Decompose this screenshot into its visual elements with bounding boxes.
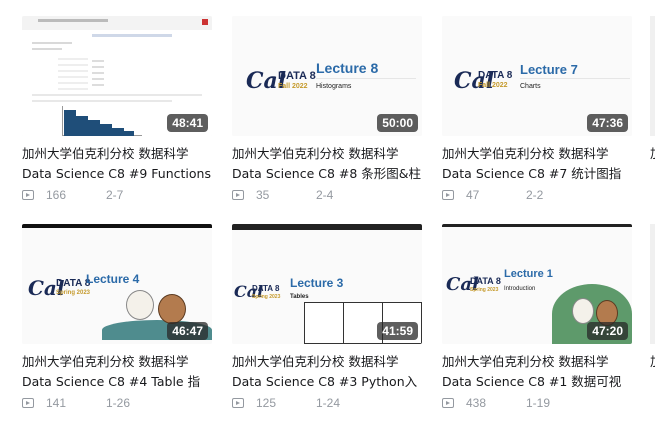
upload-date: 2-7 [106,188,124,202]
video-meta: 125 1-24 [232,395,422,411]
semester-label: Spring 2023 [56,290,91,296]
brand-label: DATA 8 [478,70,513,81]
brand-label: DATA 8 [278,70,316,82]
upload-date: 1-26 [106,396,131,410]
view-count: 47 [466,188,480,202]
lecture-topic: Charts [520,83,541,90]
video-title[interactable]: 加州大学伯克利分校 数据科学 Data Science C8 #1 数据可视化（… [442,352,632,392]
view-count: 166 [46,188,67,202]
play-count-icon [22,190,34,200]
video-card[interactable]: Cal DATA 8 Fall 2022 Lecture 8 Histogram… [232,16,422,203]
video-title[interactable]: 加州大学伯克利分校 数据科学 Data Science C8 #7 统计图指令（… [442,144,632,184]
duration-badge: 47:20 [587,322,628,340]
brand-label: DATA 8 [252,284,280,293]
play-count-icon [22,398,34,408]
video-meta: 35 2-4 [232,187,422,203]
lecture-number: Lecture 1 [504,268,553,280]
video-card[interactable]: Cal DATA 8 Spring 2023 Lecture 4 46:47 加… [22,224,212,411]
duration-badge: 48:41 [167,114,208,132]
semester-label: Fall 2022 [278,83,308,90]
play-count-icon [442,398,454,408]
video-card[interactable]: Cal DATA 8 Spring 2023 Lecture 1 Introdu… [442,224,632,411]
upload-date: 2-4 [316,188,334,202]
duration-badge: 41:59 [377,322,418,340]
video-card-partial[interactable]: 加 [650,16,655,164]
view-count: 35 [256,188,270,202]
lecture-topic: Introduction [504,286,536,292]
video-title[interactable]: 加州大学伯克利分校 数据科学 Data Science C8 #9 Functi… [22,144,212,184]
video-title[interactable]: 加州大学伯克利分校 数据科学 Data Science C8 #8 条形图&柱状… [232,144,422,184]
upload-date: 2-2 [526,188,544,202]
video-thumbnail[interactable]: Cal DATA 8 Fall 2022 Lecture 8 Histogram… [232,16,422,136]
view-count: 141 [46,396,67,410]
view-count: 438 [466,396,487,410]
video-meta: 47 2-2 [442,187,632,203]
lecture-number: Lecture 3 [290,276,344,290]
duration-badge: 47:36 [587,114,628,132]
lecture-number: Lecture 7 [520,62,578,77]
lecture-topic: Tables [290,294,309,300]
video-title[interactable]: 加州大学伯克利分校 数据科学 Data Science C8 #3 Python… [232,352,422,392]
lecture-topic: Histograms [316,83,352,90]
upload-date: 1-19 [526,396,551,410]
brand-label: DATA 8 [470,276,501,286]
video-card[interactable]: Cal DATA 8 Fall 2022 Lecture 7 Charts 47… [442,16,632,203]
video-thumbnail[interactable]: 48:41 [22,16,212,136]
duration-badge: 50:00 [377,114,418,132]
video-thumbnail[interactable]: Cal DATA 8 Spring 2023 Lecture 3 Tables … [232,224,422,344]
video-title[interactable]: 加州大学伯克利分校 数据科学 Data Science C8 #4 Table … [22,352,212,392]
video-card[interactable]: Cal DATA 8 Spring 2023 Lecture 3 Tables … [232,224,422,411]
video-thumbnail[interactable]: Cal DATA 8 Spring 2023 Lecture 4 46:47 [22,224,212,344]
video-meta: 166 2-7 [22,187,212,203]
video-card-partial[interactable]: 加 [650,224,655,372]
video-thumbnail[interactable]: Cal DATA 8 Spring 2023 Lecture 1 Introdu… [442,224,632,344]
video-thumbnail[interactable]: Cal DATA 8 Fall 2022 Lecture 7 Charts 47… [442,16,632,136]
view-count: 125 [256,396,277,410]
play-count-icon [232,190,244,200]
duration-badge: 46:47 [167,322,208,340]
video-card[interactable]: 48:41 加州大学伯克利分校 数据科学 Data Science C8 #9 … [22,16,212,203]
semester-label: Spring 2023 [470,287,499,293]
play-count-icon [232,398,244,408]
lecture-number: Lecture 8 [316,60,379,76]
video-meta: 438 1-19 [442,395,632,411]
video-title-partial[interactable]: 加 [650,144,655,164]
video-meta: 141 1-26 [22,395,212,411]
upload-date: 1-24 [316,396,341,410]
lecture-number: Lecture 4 [86,272,140,286]
semester-label: Spring 2023 [252,294,281,300]
play-count-icon [442,190,454,200]
semester-label: Fall 2022 [478,82,508,89]
video-title-partial[interactable]: 加 [650,352,655,372]
